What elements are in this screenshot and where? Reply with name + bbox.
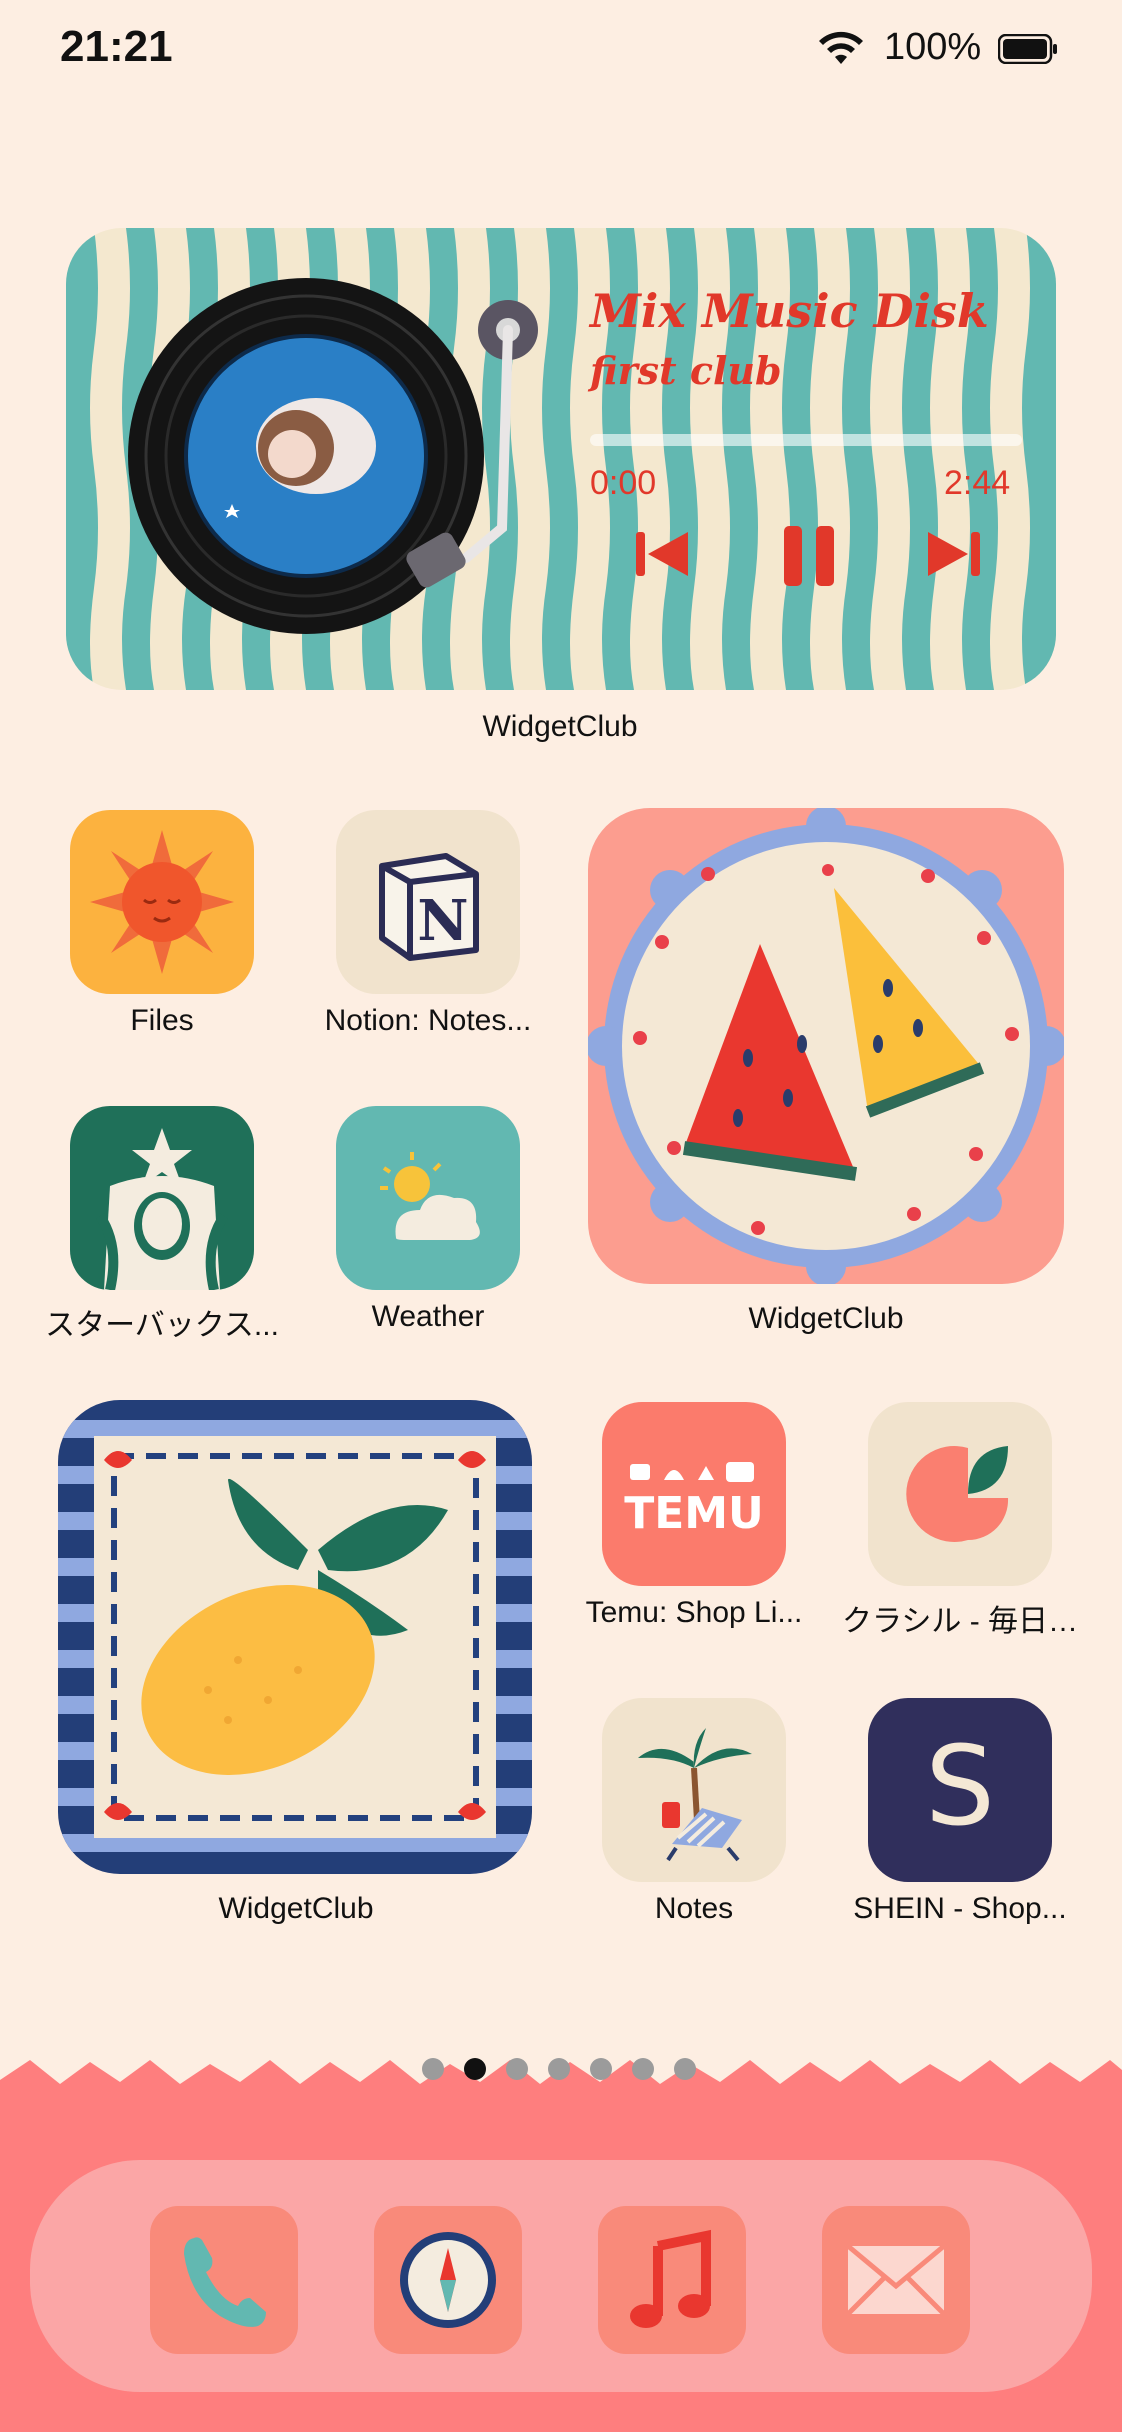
app-label: Weather (371, 1300, 485, 1333)
page-dot[interactable] (674, 2058, 696, 2080)
app-weather[interactable] (336, 1106, 520, 1290)
app-starbucks[interactable] (70, 1106, 254, 1290)
music-note-icon (630, 2229, 711, 2328)
dock-phone-app[interactable] (150, 2206, 298, 2354)
compass-icon (400, 2232, 496, 2328)
dock-safari-app[interactable] (374, 2206, 522, 2354)
app-notes[interactable] (602, 1698, 786, 1882)
weather-icon (380, 1152, 480, 1240)
temu-icon: TEMU (624, 1462, 764, 1539)
time-total: 2:44 (944, 464, 1011, 502)
watermelon-widget[interactable] (588, 808, 1064, 1284)
palm-chair-icon (638, 1728, 752, 1862)
time-elapsed: 0:00 (590, 464, 657, 502)
lemon-icon (58, 1420, 532, 1852)
app-label: SHEIN - Shop... (853, 1892, 1067, 1925)
lemon-widget[interactable] (58, 1400, 532, 1874)
app-kurashiru[interactable] (868, 1402, 1052, 1586)
mail-icon (846, 2244, 946, 2316)
music-widget-label: WidgetClub (482, 710, 638, 743)
status-bar: 21:21 100% (0, 0, 1122, 100)
next-track-icon[interactable] (924, 524, 984, 584)
svg-text:TEMU: TEMU (624, 1488, 764, 1539)
svg-text:N: N (417, 888, 468, 954)
page-dot[interactable] (506, 2058, 528, 2080)
phone-icon (184, 2237, 266, 2327)
watermelon-widget-label: WidgetClub (748, 1302, 904, 1335)
app-label: Files (130, 1004, 194, 1037)
app-label: Notion: Notes... (324, 1004, 532, 1037)
page-dot[interactable] (548, 2058, 570, 2080)
progress-bar[interactable] (590, 434, 1022, 446)
app-shein[interactable]: S (868, 1698, 1052, 1882)
previous-track-icon[interactable] (632, 524, 692, 584)
track-title: Mix Music Disk (590, 284, 989, 338)
page-dot[interactable] (632, 2058, 654, 2080)
notion-icon: N (379, 853, 479, 961)
kurashiru-icon (906, 1446, 1009, 1542)
app-label: Temu: Shop Li... (585, 1596, 803, 1629)
app-label: スターバックス... (45, 1309, 279, 1342)
status-time: 21:21 (60, 22, 173, 71)
app-files[interactable] (70, 810, 254, 994)
track-subtitle: first club (590, 348, 782, 393)
battery-percentage: 100% (884, 26, 982, 68)
music-widget[interactable]: Mix Music Disk first club 0:00 2:44 (66, 228, 1056, 690)
app-label: クラシル - 毎日… (841, 1605, 1079, 1638)
watermelon-plate-icon (588, 808, 1064, 1284)
dock-music-app[interactable] (598, 2206, 746, 2354)
app-temu[interactable]: TEMU (602, 1402, 786, 1586)
pause-icon[interactable] (780, 524, 840, 588)
sun-icon (90, 830, 234, 974)
wifi-icon (819, 31, 863, 64)
dock-mail-app[interactable] (822, 2206, 970, 2354)
app-notion[interactable]: N (336, 810, 520, 994)
svg-text:S: S (925, 1722, 995, 1850)
page-dot[interactable] (590, 2058, 612, 2080)
page-dot[interactable] (422, 2058, 444, 2080)
lemon-widget-label: WidgetClub (218, 1892, 374, 1925)
battery-icon (998, 34, 1057, 64)
shein-icon: S (925, 1722, 995, 1850)
app-label: Notes (654, 1892, 734, 1925)
page-dot-active[interactable] (464, 2058, 486, 2080)
starbucks-icon (95, 1128, 229, 1290)
